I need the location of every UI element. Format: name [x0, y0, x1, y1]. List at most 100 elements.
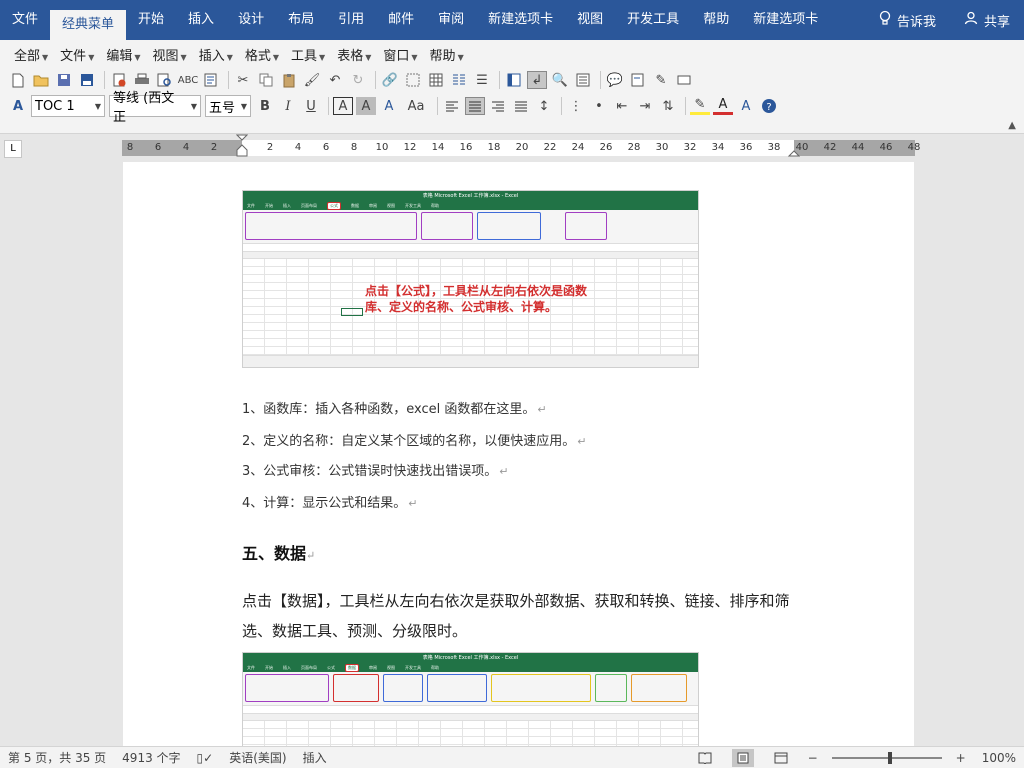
distributed-icon[interactable] [511, 97, 531, 115]
ribbon-tab[interactable]: 插入 [176, 0, 226, 40]
redo-icon[interactable]: ↻ [348, 71, 368, 89]
character-shading-button[interactable]: A [356, 97, 376, 115]
classic-menu-item[interactable]: 表格 ▼ [331, 45, 377, 64]
save-as-icon[interactable] [77, 71, 97, 89]
ribbon-tab[interactable]: 邮件 [376, 0, 426, 40]
cut-icon[interactable]: ✂ [233, 71, 253, 89]
ribbon-tab[interactable]: 开始 [126, 0, 176, 40]
ribbon-tab[interactable]: 新建选项卡 [476, 0, 565, 40]
hyperlink-icon[interactable]: 🔗 [380, 71, 400, 89]
text-box-icon[interactable] [674, 71, 694, 89]
insert-table-icon[interactable] [426, 71, 446, 89]
increase-indent-icon[interactable]: ⇥ [635, 97, 655, 115]
page-count[interactable]: 第 5 页，共 35 页 [0, 749, 114, 766]
zoom-slider-thumb[interactable] [887, 751, 892, 764]
classic-menu-item[interactable]: 编辑 ▼ [100, 45, 146, 64]
classic-menu-item[interactable]: 格式 ▼ [239, 45, 285, 64]
ribbon-tab[interactable]: 视图 [565, 0, 615, 40]
excel-tab: 文件 [247, 202, 255, 208]
ribbon-tab[interactable]: 经典菜单 [50, 10, 127, 40]
classic-menu-item[interactable]: 文件 ▼ [54, 45, 100, 64]
show-marks-icon[interactable]: ↲ [527, 71, 547, 89]
save-icon[interactable] [54, 71, 74, 89]
highlight-icon[interactable]: ✎ [690, 97, 710, 115]
new-document-icon[interactable] [8, 71, 28, 89]
proofing-icon[interactable]: ▯✓ [189, 751, 222, 765]
ribbon-tab[interactable]: 引用 [326, 0, 376, 40]
line-spacing-icon[interactable]: ↕ [534, 97, 554, 115]
ribbon-tab[interactable]: 设计 [226, 0, 276, 40]
selected-cell [341, 308, 363, 316]
ribbon-tab[interactable]: 开发工具 [615, 0, 691, 40]
character-border-button[interactable]: A [333, 97, 353, 115]
tab-selector[interactable]: L [4, 140, 22, 158]
classic-menu-item[interactable]: 插入 ▼ [193, 45, 239, 64]
sort-icon[interactable]: ⇅ [658, 97, 678, 115]
copy-icon[interactable] [256, 71, 276, 89]
format-painter-icon[interactable]: 🖌 [302, 71, 322, 89]
web-layout-icon[interactable] [770, 749, 792, 767]
reading-layout-icon[interactable] [504, 71, 524, 89]
ruler-number: 20 [515, 142, 529, 153]
ribbon-tab[interactable]: 布局 [276, 0, 326, 40]
numbering-icon[interactable]: ⋮ [566, 97, 586, 115]
classic-menu-item[interactable]: 工具 ▼ [285, 45, 331, 64]
bullets-icon[interactable]: • [589, 97, 609, 115]
share-button[interactable]: 共享 [950, 11, 1024, 30]
justify-icon[interactable] [465, 97, 485, 115]
print-layout-icon[interactable] [731, 748, 754, 767]
classic-menu-item[interactable]: 视图 ▼ [147, 45, 193, 64]
bold-button[interactable]: B [255, 97, 275, 115]
borders-icon[interactable] [403, 71, 423, 89]
zoom-out-button[interactable]: − [800, 751, 826, 765]
font-dropdown[interactable]: 等线 (西文正 ▼ [109, 91, 201, 125]
styles-icon[interactable]: ✎ [651, 71, 671, 89]
open-folder-icon[interactable] [31, 71, 51, 89]
horizontal-ruler[interactable]: 8 6 4 2 2 4 6 8 10 12 14 16 18 20 22 24 26 28 30 32 34 36 38 40… [122, 134, 920, 157]
font-color-icon[interactable]: A [713, 97, 733, 115]
ribbon-tab[interactable]: 帮助 [691, 0, 741, 40]
help-icon[interactable]: ? [759, 97, 779, 115]
document-area[interactable]: 表格 Microsoft Excel 工作簿.xlsx - Excel 文件 开始… [0, 162, 1024, 746]
undo-icon[interactable]: ↶ [325, 71, 345, 89]
paragraph-icon[interactable]: ☰ [472, 71, 492, 89]
insert-mode[interactable]: 插入 [295, 749, 335, 766]
comment-icon[interactable]: 💬 [605, 71, 625, 89]
style-dropdown[interactable]: TOC 1 ▼ [31, 95, 105, 117]
defined-names-group [421, 212, 473, 240]
align-left-icon[interactable] [442, 97, 462, 115]
decrease-indent-icon[interactable]: ⇤ [612, 97, 632, 115]
zoom-in-button[interactable]: + [948, 751, 974, 765]
word-count[interactable]: 4913 个字 [114, 749, 188, 766]
classic-menu-item[interactable]: 帮助 ▼ [424, 45, 470, 64]
italic-button[interactable]: I [278, 97, 298, 115]
text-effects-icon[interactable]: A [379, 97, 399, 115]
document-map-icon[interactable] [573, 71, 593, 89]
ribbon-tab[interactable]: 新建选项卡 [741, 0, 830, 40]
document-page[interactable]: 表格 Microsoft Excel 工作簿.xlsx - Excel 文件 开始… [123, 162, 914, 746]
underline-button[interactable]: U [301, 97, 321, 115]
track-changes-icon[interactable] [628, 71, 648, 89]
classic-menu-item[interactable]: 全部 ▼ [8, 45, 54, 64]
collapse-ribbon-icon[interactable]: ▲ [1008, 120, 1016, 131]
clear-format-icon[interactable]: A [736, 97, 756, 115]
classic-menu-item[interactable]: 窗口 ▼ [377, 45, 423, 64]
indent-marker-icon[interactable] [236, 134, 248, 164]
zoom-icon[interactable]: 🔍 [550, 71, 570, 89]
styles-pane-icon[interactable]: A [8, 97, 28, 115]
change-case-button[interactable]: Aa [402, 97, 430, 115]
tell-me-button[interactable]: 告诉我 [865, 10, 950, 30]
columns-icon[interactable] [449, 71, 469, 89]
ribbon-tab[interactable]: 审阅 [426, 0, 476, 40]
ribbon-tab[interactable]: 文件 [0, 0, 50, 40]
zoom-slider[interactable] [831, 751, 942, 764]
font-size-dropdown[interactable]: 五号 ▼ [205, 95, 251, 117]
research-icon[interactable] [201, 71, 221, 89]
read-mode-icon[interactable] [694, 749, 716, 767]
zoom-level[interactable]: 100% [974, 751, 1024, 765]
paste-icon[interactable] [279, 71, 299, 89]
align-right-icon[interactable] [488, 97, 508, 115]
chevron-down-icon: ▼ [88, 52, 95, 62]
forecast-group [595, 674, 627, 702]
language-indicator[interactable]: 英语(美国) [221, 749, 294, 766]
